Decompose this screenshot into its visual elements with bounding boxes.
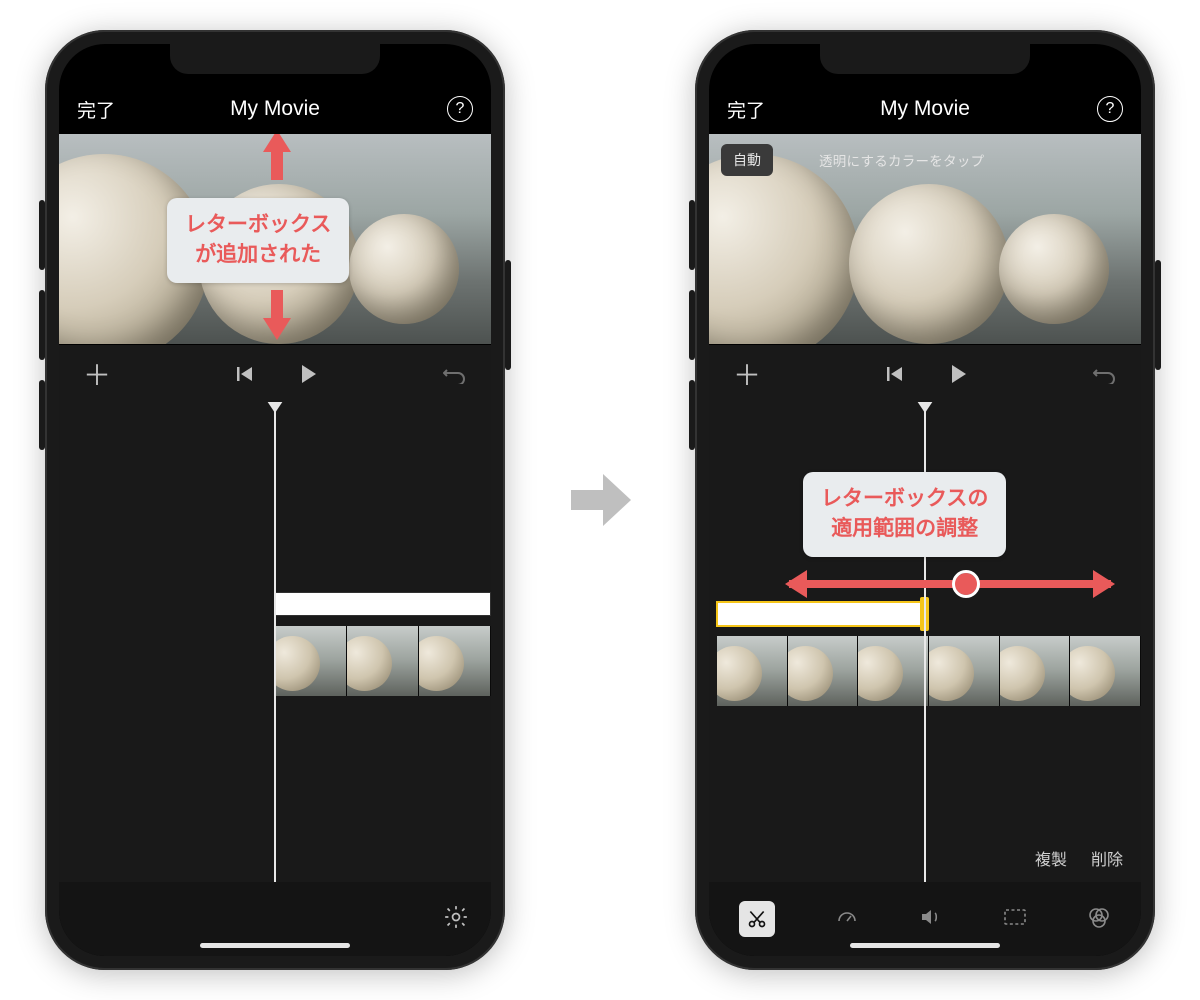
- playhead[interactable]: [274, 402, 276, 882]
- callout-line1: レターボックスの: [821, 487, 988, 510]
- clip-text-actions: 複製 削除: [1035, 846, 1123, 870]
- overlay-clip-selected[interactable]: [717, 602, 925, 626]
- add-media-button[interactable]: ＋: [83, 354, 111, 394]
- title-tool-button[interactable]: [1003, 907, 1027, 932]
- callout-line2: 適用範囲の調整: [831, 517, 978, 540]
- help-icon: ?: [1097, 96, 1123, 122]
- add-media-button[interactable]: ＋: [733, 354, 761, 394]
- preview-decor: [999, 214, 1109, 324]
- notch: [170, 44, 380, 74]
- settings-button[interactable]: [443, 904, 469, 935]
- video-preview[interactable]: 自動 透明にするカラーをタップ: [709, 134, 1141, 344]
- undo-button[interactable]: [443, 364, 467, 384]
- overlay-clip[interactable]: [275, 592, 491, 616]
- delete-button[interactable]: 削除: [1091, 846, 1123, 870]
- done-button[interactable]: 完了: [727, 96, 765, 123]
- preview-decor: [349, 214, 459, 324]
- annotation-range-handle-icon: [955, 573, 977, 595]
- annotation-arrow-up-icon: [259, 134, 295, 185]
- annotation-callout-right: レターボックスの 適用範囲の調整: [803, 472, 1006, 557]
- phone-frame-left: 完了 My Movie ? レターボックス が追加された ＋: [45, 30, 505, 970]
- timeline[interactable]: [59, 402, 491, 882]
- screen-left: 完了 My Movie ? レターボックス が追加された ＋: [59, 44, 491, 956]
- skip-start-button[interactable]: [235, 364, 255, 384]
- video-preview[interactable]: レターボックス が追加された: [59, 134, 491, 344]
- main-clip-strip[interactable]: [717, 636, 1141, 706]
- help-icon: ?: [447, 96, 473, 122]
- annotation-arrow-down-icon: [259, 290, 295, 344]
- phone-frame-right: 完了 My Movie ? 自動 透明にするカラーをタップ ＋: [695, 30, 1155, 970]
- flow-arrow-icon: [565, 468, 635, 532]
- duplicate-button[interactable]: 複製: [1035, 846, 1067, 870]
- filters-tool-button[interactable]: [1087, 905, 1111, 934]
- transport-bar: ＋: [59, 344, 491, 402]
- trim-tool-button[interactable]: [739, 901, 775, 937]
- main-clip-strip[interactable]: [275, 626, 491, 696]
- screen-right: 完了 My Movie ? 自動 透明にするカラーをタップ ＋: [709, 44, 1141, 956]
- home-indicator[interactable]: [200, 943, 350, 948]
- skip-start-button[interactable]: [885, 364, 905, 384]
- preview-decor: [849, 184, 1009, 344]
- done-button[interactable]: 完了: [77, 96, 115, 123]
- callout-line2: が追加された: [195, 243, 321, 266]
- notch: [820, 44, 1030, 74]
- volume-tool-button[interactable]: [919, 905, 943, 934]
- annotation-callout-left: レターボックス が追加された: [167, 198, 349, 283]
- auto-chip[interactable]: 自動: [721, 144, 773, 176]
- project-title: My Movie: [709, 97, 1141, 121]
- timeline[interactable]: レターボックスの 適用範囲の調整: [709, 402, 1141, 882]
- home-indicator[interactable]: [850, 943, 1000, 948]
- transport-bar: ＋: [709, 344, 1141, 402]
- play-button[interactable]: [947, 363, 969, 385]
- speed-tool-button[interactable]: [835, 905, 859, 934]
- project-title: My Movie: [59, 97, 491, 121]
- preview-decor: [709, 154, 859, 344]
- help-button[interactable]: ?: [447, 96, 473, 122]
- annotation-range-arrow: [789, 580, 1111, 588]
- play-button[interactable]: [297, 363, 319, 385]
- callout-line1: レターボックス: [185, 213, 331, 236]
- undo-button[interactable]: [1093, 364, 1117, 384]
- help-button[interactable]: ?: [1097, 96, 1123, 122]
- color-key-hint: 透明にするカラーをタップ: [819, 150, 984, 170]
